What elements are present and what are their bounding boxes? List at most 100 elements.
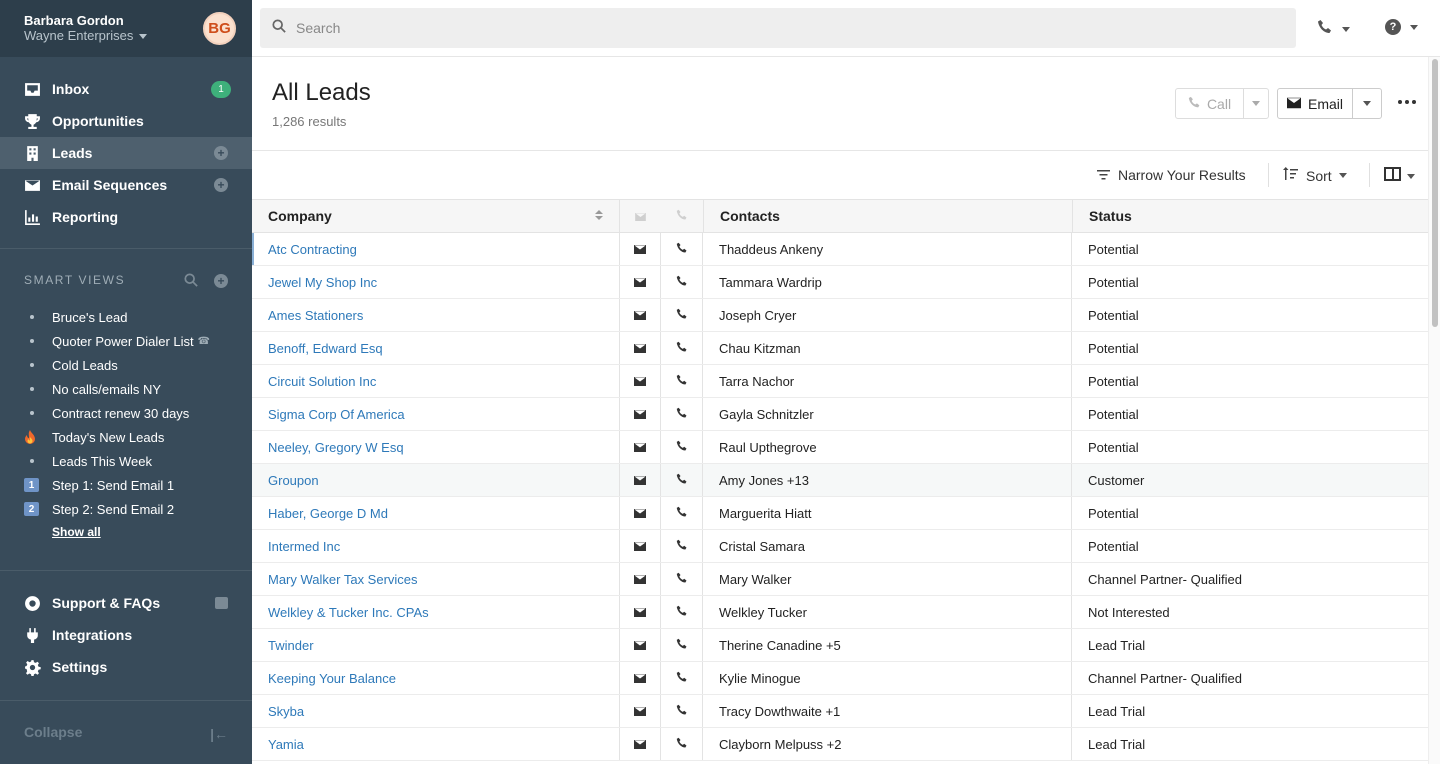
call-button[interactable]: Call	[1176, 89, 1244, 118]
call-action[interactable]	[661, 596, 703, 628]
call-action[interactable]	[661, 563, 703, 595]
email-action[interactable]	[620, 530, 661, 562]
org-switcher[interactable]: Wayne Enterprises	[24, 28, 228, 44]
table-row[interactable]: Mary Walker Tax Services Mary Walker Chann…	[252, 563, 1428, 596]
email-action[interactable]	[620, 464, 661, 496]
show-all-link[interactable]: Show all	[52, 525, 101, 539]
table-row[interactable]: Ames Stationers Joseph Cryer Potential	[252, 299, 1428, 332]
call-action[interactable]	[661, 266, 703, 298]
collapse-sidebar-button[interactable]: Collapse |←	[0, 700, 252, 764]
column-header-contacts[interactable]: Contacts	[703, 200, 1072, 232]
table-row[interactable]: Intermed Inc Cristal Samara Potential	[252, 530, 1428, 563]
search-icon[interactable]	[184, 273, 198, 290]
avatar[interactable]: BG	[203, 12, 236, 45]
email-action[interactable]	[620, 398, 661, 430]
call-action[interactable]	[661, 431, 703, 463]
email-action[interactable]	[620, 332, 661, 364]
nav-item-settings[interactable]: Settings	[0, 651, 252, 683]
email-action[interactable]	[620, 728, 661, 760]
table-row[interactable]: Sigma Corp Of America Gayla Schnitzler Pot…	[252, 398, 1428, 431]
email-action[interactable]	[620, 662, 661, 694]
help-menu-button[interactable]: ?	[1385, 19, 1418, 35]
smart-view-item[interactable]: Today's New Leads	[24, 425, 236, 449]
call-action[interactable]	[661, 728, 703, 760]
company-link[interactable]: Mary Walker Tax Services	[268, 572, 418, 587]
search-input[interactable]	[296, 20, 1196, 36]
company-link[interactable]: Benoff, Edward Esq	[268, 341, 383, 356]
scrollbar-thumb[interactable]	[1432, 59, 1438, 327]
table-row[interactable]: Keeping Your Balance Kylie Minogue Channel…	[252, 662, 1428, 695]
email-action[interactable]	[620, 365, 661, 397]
table-row[interactable]: Jewel My Shop Inc Tammara Wardrip Potentia…	[252, 266, 1428, 299]
user-menu[interactable]: Barbara Gordon Wayne Enterprises BG	[0, 0, 252, 57]
email-action[interactable]	[620, 431, 661, 463]
nav-item-inbox[interactable]: Inbox 1	[0, 73, 252, 105]
columns-button[interactable]	[1384, 167, 1415, 186]
company-link[interactable]: Neeley, Gregory W Esq	[268, 440, 404, 455]
table-row[interactable]: Circuit Solution Inc Tarra Nachor Potentia…	[252, 365, 1428, 398]
call-action[interactable]	[661, 662, 703, 694]
add-lead-icon[interactable]: +	[214, 146, 228, 160]
call-dropdown-button[interactable]	[1244, 101, 1268, 106]
company-link[interactable]: Yamia	[268, 737, 304, 752]
nav-item-support[interactable]: Support & FAQs	[0, 587, 252, 619]
call-action[interactable]	[661, 332, 703, 364]
call-action[interactable]	[661, 299, 703, 331]
email-action[interactable]	[620, 695, 661, 727]
email-action[interactable]	[620, 233, 661, 265]
nav-item-reporting[interactable]: Reporting	[0, 201, 252, 233]
table-row[interactable]: Benoff, Edward Esq Chau Kitzman Potential	[252, 332, 1428, 365]
global-search[interactable]	[260, 8, 1296, 48]
company-link[interactable]: Welkley & Tucker Inc. CPAs	[268, 605, 429, 620]
smart-view-item[interactable]: 2 Step 2: Send Email 2	[24, 497, 236, 521]
company-link[interactable]: Ames Stationers	[268, 308, 363, 323]
narrow-results-button[interactable]: Narrow Your Results	[1097, 167, 1246, 183]
table-row[interactable]: Haber, George D Md Marguerita Hiatt Potent…	[252, 497, 1428, 530]
add-smart-view-icon[interactable]: +	[214, 274, 228, 288]
smart-view-item[interactable]: Quoter Power Dialer List ☎	[24, 329, 236, 353]
call-action[interactable]	[661, 629, 703, 661]
email-action[interactable]	[620, 497, 661, 529]
column-header-company[interactable]: Company	[252, 200, 620, 232]
email-action[interactable]	[620, 563, 661, 595]
smart-view-item[interactable]: Leads This Week	[24, 449, 236, 473]
email-action[interactable]	[620, 266, 661, 298]
company-link[interactable]: Keeping Your Balance	[268, 671, 396, 686]
email-action[interactable]	[620, 299, 661, 331]
table-row[interactable]: Neeley, Gregory W Esq Raul Upthegrove Pote…	[252, 431, 1428, 464]
smart-view-item[interactable]: No calls/emails NY	[24, 377, 236, 401]
table-row[interactable]: Welkley & Tucker Inc. CPAs Welkley Tucker…	[252, 596, 1428, 629]
nav-item-leads[interactable]: Leads +	[0, 137, 252, 169]
call-action[interactable]	[661, 530, 703, 562]
company-link[interactable]: Twinder	[268, 638, 314, 653]
table-row[interactable]: Twinder Therine Canadine +5 Lead Trial	[252, 629, 1428, 662]
email-action[interactable]	[620, 596, 661, 628]
company-link[interactable]: Haber, George D Md	[268, 506, 388, 521]
table-row[interactable]: Atc Contracting Thaddeus Ankeny Potential	[252, 233, 1428, 266]
email-action[interactable]	[620, 629, 661, 661]
nav-item-email-sequences[interactable]: Email Sequences +	[0, 169, 252, 201]
company-link[interactable]: Groupon	[268, 473, 319, 488]
call-action[interactable]	[661, 464, 703, 496]
sort-button[interactable]: Sort	[1283, 167, 1347, 184]
company-link[interactable]: Circuit Solution Inc	[268, 374, 376, 389]
company-link[interactable]: Atc Contracting	[268, 242, 357, 257]
add-sequence-icon[interactable]: +	[214, 178, 228, 192]
email-button[interactable]: Email	[1278, 89, 1353, 118]
phone-menu-button[interactable]	[1317, 19, 1350, 40]
nav-item-integrations[interactable]: Integrations	[0, 619, 252, 651]
more-actions-button[interactable]	[1395, 92, 1419, 112]
smart-view-item[interactable]: 1 Step 1: Send Email 1	[24, 473, 236, 497]
scrollbar[interactable]	[1428, 57, 1440, 764]
table-row[interactable]: Skyba Tracy Dowthwaite +1 Lead Trial	[252, 695, 1428, 728]
company-link[interactable]: Intermed Inc	[268, 539, 340, 554]
column-header-status[interactable]: Status	[1072, 200, 1428, 232]
smart-view-item[interactable]: Bruce's Lead	[24, 305, 236, 329]
smart-view-item[interactable]: Cold Leads	[24, 353, 236, 377]
call-action[interactable]	[661, 695, 703, 727]
company-link[interactable]: Jewel My Shop Inc	[268, 275, 377, 290]
table-row[interactable]: Yamia Clayborn Melpuss +2 Lead Trial	[252, 728, 1428, 761]
call-action[interactable]	[661, 398, 703, 430]
call-action[interactable]	[661, 233, 703, 265]
nav-item-opportunities[interactable]: Opportunities	[0, 105, 252, 137]
